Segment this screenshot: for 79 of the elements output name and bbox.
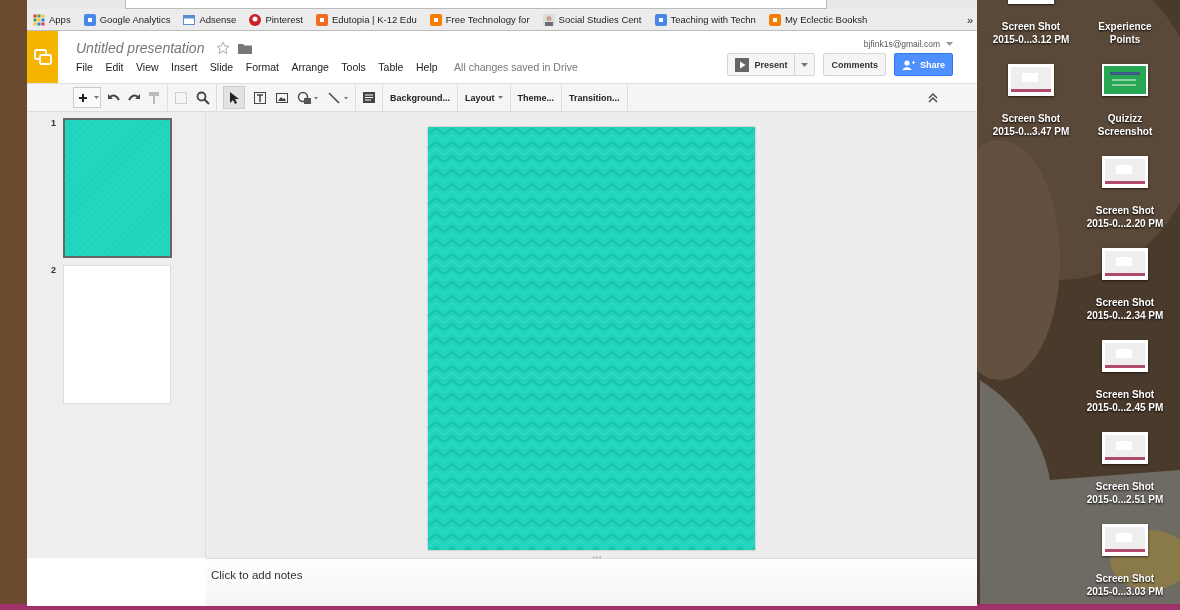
toolbar-button[interactable]: Layout	[458, 84, 511, 111]
caret-icon	[93, 96, 99, 99]
comments-button[interactable]: Comments	[823, 53, 886, 76]
menu-item[interactable]: Insert	[171, 61, 198, 73]
more-bookmarks-button[interactable]: »	[966, 13, 973, 26]
menu-item[interactable]: Help	[415, 61, 438, 73]
pointer-icon	[228, 90, 240, 105]
toolbar-button[interactable]: Transition...	[562, 84, 628, 111]
bookmark[interactable]: Teaching with Techn	[654, 13, 756, 26]
caret-icon	[801, 62, 809, 67]
star-icon[interactable]	[216, 41, 231, 55]
speaker-notes-placeholder[interactable]: Click to add notes	[211, 569, 303, 581]
menu-item[interactable]: Format	[245, 61, 279, 73]
pin-icon	[249, 13, 262, 26]
add-person-icon	[902, 59, 915, 70]
menu-item[interactable]: View	[136, 61, 159, 73]
present-button[interactable]: Present	[727, 53, 796, 76]
site-icon	[429, 13, 442, 26]
site-icon	[315, 13, 328, 26]
address-field[interactable]	[125, 0, 827, 9]
present-options-button[interactable]	[795, 53, 816, 76]
site-icon	[768, 13, 781, 26]
save-status[interactable]: All changes saved in Drive	[454, 61, 578, 73]
bookmark[interactable]: Apps	[33, 13, 71, 26]
screenshot-thumbnail-icon[interactable]	[1102, 156, 1148, 188]
document-title[interactable]: Untitled presentation	[76, 40, 205, 56]
toolbar-button[interactable]: Background...	[383, 84, 458, 111]
plus-icon	[78, 92, 88, 103]
bookmark[interactable]: Social Studies Cent	[542, 13, 642, 26]
comment-icon[interactable]	[362, 90, 376, 105]
screenshot-thumbnail-icon[interactable]	[1008, 64, 1054, 96]
caret-icon	[946, 42, 953, 46]
slide-number: 2	[51, 265, 57, 277]
screenshot-thumbnail-icon[interactable]	[1102, 432, 1148, 464]
file-name[interactable]: Screen Shot 2015-0...3.47 PM	[992, 112, 1070, 138]
zoom-icon[interactable]	[196, 90, 210, 105]
menu-item[interactable]: File	[76, 61, 93, 73]
folder-icon[interactable]	[238, 42, 253, 54]
text-box-icon[interactable]	[253, 90, 267, 105]
play-icon	[735, 57, 750, 72]
file-name[interactable]: Screen Shot 2015-0...2.34 PM	[1086, 296, 1164, 322]
new-slide-button[interactable]	[73, 87, 93, 108]
person-icon	[542, 13, 555, 26]
file-name[interactable]: Quizizz Screenshot	[1097, 112, 1153, 138]
menu-item[interactable]: Table	[378, 61, 404, 73]
bookmark[interactable]: Edutopia | K-12 Edu	[315, 13, 417, 26]
site-icon	[83, 13, 96, 26]
file-name[interactable]: Screen Shot 2015-0...2.20 PM	[1086, 204, 1164, 230]
file-name[interactable]: Screen Shot 2015-0...2.51 PM	[1086, 480, 1164, 506]
bookmark[interactable]: Free Technology for	[429, 13, 530, 26]
file-name[interactable]: Experience Points	[1098, 20, 1152, 46]
window-icon	[183, 13, 196, 26]
account-menu[interactable]: bjfink1s@gmail.com	[863, 39, 953, 49]
menu-item[interactable]: Edit	[105, 61, 124, 73]
screenshot-thumbnail-icon[interactable]	[1102, 524, 1148, 556]
slide-number: 1	[51, 118, 57, 130]
screenshot-thumbnail-icon[interactable]	[1102, 340, 1148, 372]
file-name[interactable]: Screen Shot 2015-0...3.03 PM	[1086, 572, 1164, 598]
screenshot-thumbnail-icon[interactable]	[1102, 248, 1148, 280]
pointer-tool[interactable]	[223, 86, 245, 109]
site-icon	[654, 13, 667, 26]
resize-handle[interactable]	[591, 556, 602, 559]
apps-grid-icon	[33, 13, 45, 26]
bookmark[interactable]: Pinterest	[249, 13, 303, 26]
bookmark[interactable]: My Eclectic Booksh	[768, 13, 868, 26]
toolbar-button[interactable]: Theme...	[510, 84, 563, 111]
shape-icon[interactable]	[297, 90, 319, 105]
menu-item[interactable]: Tools	[341, 61, 366, 73]
image-icon[interactable]	[275, 90, 289, 105]
menu-item[interactable]: Arrange	[291, 61, 329, 73]
bookmark[interactable]: Adsense	[183, 13, 237, 26]
menu-item[interactable]: Slide	[209, 61, 234, 73]
file-name[interactable]: Screen Shot 2015-0...3.12 PM	[992, 20, 1070, 46]
file-name[interactable]: Screen Shot 2015-0...2.45 PM	[1086, 388, 1164, 414]
line-icon[interactable]	[327, 90, 349, 105]
bookmark[interactable]: Google Analytics	[83, 13, 171, 26]
screenshot-thumbnail-icon[interactable]	[1102, 64, 1148, 96]
slide-thumbnail[interactable]	[63, 118, 172, 258]
collapse-icon[interactable]	[927, 91, 939, 104]
